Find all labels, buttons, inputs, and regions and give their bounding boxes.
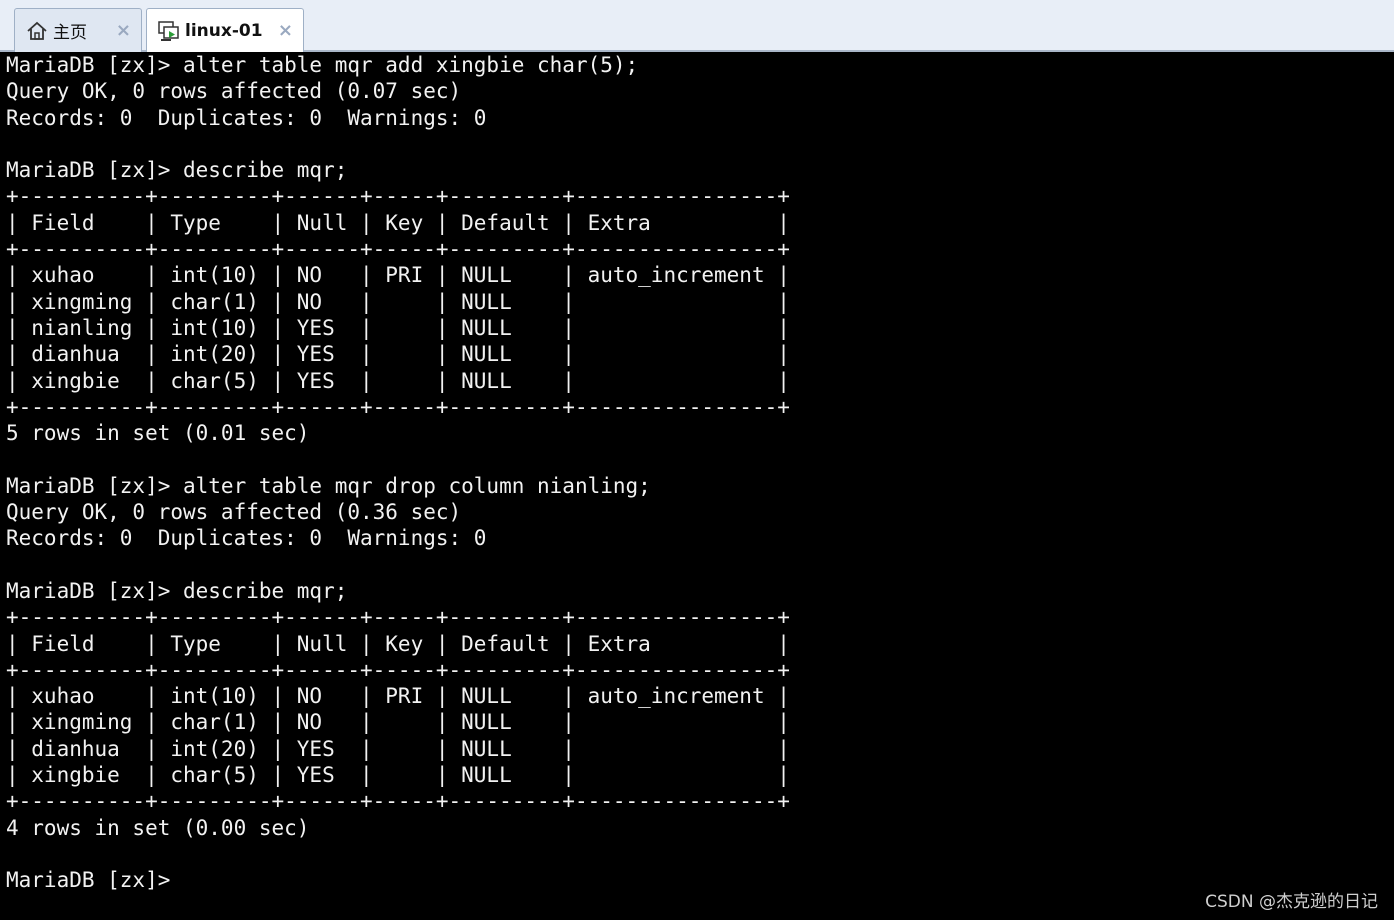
watermark: CSDN @杰克逊的日记 <box>1205 892 1378 912</box>
terminal-line: MariaDB [zx]> alter table mqr add xingbi… <box>6 53 639 77</box>
terminal-line: MariaDB [zx]> describe mqr; <box>6 158 348 183</box>
terminal-line: MariaDB [zx]> <box>6 868 184 893</box>
terminal-line: Query OK, 0 rows affected (0.07 sec) <box>6 79 462 104</box>
terminal-line: | xuhao | int(10) | NO | PRI | NULL | au… <box>6 263 790 288</box>
terminal-line: | Field | Type | Null | Key | Default | … <box>6 210 790 235</box>
terminal-line: +----------+---------+------+-----+-----… <box>6 394 790 419</box>
terminal-line: +----------+---------+------+-----+-----… <box>6 184 790 209</box>
terminal-line: +----------+---------+------+-----+-----… <box>6 789 790 814</box>
vm-screen-icon <box>157 19 181 43</box>
tab-bar: 主页 × linux-01 × <box>0 0 1394 52</box>
terminal-line: MariaDB [zx]> alter table mqr drop colum… <box>6 473 651 498</box>
home-icon <box>25 19 49 43</box>
tab-linux-01-label: linux-01 <box>185 20 263 41</box>
terminal-line: MariaDB [zx]> describe mqr; <box>6 578 348 603</box>
terminal-line: | xingbie | char(5) | YES | | NULL | | <box>6 368 790 393</box>
terminal-line: +----------+---------+------+-----+-----… <box>6 605 790 630</box>
terminal-output[interactable]: MariaDB [zx]> alter table mqr add xingbi… <box>6 52 1386 912</box>
terminal-line: | dianhua | int(20) | YES | | NULL | | <box>6 342 790 367</box>
terminal-line: | dianhua | int(20) | YES | | NULL | | <box>6 736 790 761</box>
terminal-line: | Field | Type | Null | Key | Default | … <box>6 631 790 656</box>
terminal-line: | xuhao | int(10) | NO | PRI | NULL | au… <box>6 684 790 709</box>
terminal-line: | xingbie | char(5) | YES | | NULL | | <box>6 763 790 788</box>
terminal-line: Query OK, 0 rows affected (0.36 sec) <box>6 500 462 525</box>
terminal-line: | xingming | char(1) | NO | | NULL | | <box>6 710 790 735</box>
terminal-line: +----------+---------+------+-----+-----… <box>6 237 790 262</box>
close-icon[interactable]: × <box>278 20 293 41</box>
terminal-line: | xingming | char(1) | NO | | NULL | | <box>6 289 790 314</box>
terminal-line: 4 rows in set (0.00 sec) <box>6 815 310 840</box>
tab-home[interactable]: 主页 × <box>14 8 142 52</box>
terminal-line: 5 rows in set (0.01 sec) <box>6 421 310 446</box>
terminal-line: +----------+---------+------+-----+-----… <box>6 657 790 682</box>
tab-linux-01[interactable]: linux-01 × <box>146 8 304 52</box>
terminal-line: Records: 0 Duplicates: 0 Warnings: 0 <box>6 526 487 551</box>
terminal-line: Records: 0 Duplicates: 0 Warnings: 0 <box>6 105 487 130</box>
terminal-line: | nianling | int(10) | YES | | NULL | | <box>6 315 790 340</box>
tab-home-label: 主页 <box>53 23 87 43</box>
close-icon[interactable]: × <box>116 20 131 41</box>
